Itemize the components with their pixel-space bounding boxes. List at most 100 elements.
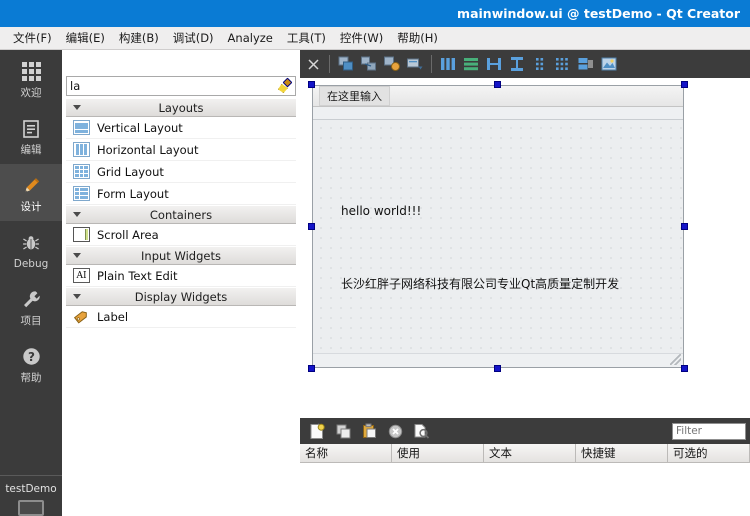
widget-item-scroll-area[interactable]: Scroll Area bbox=[66, 224, 296, 246]
form-central-widget[interactable]: hello world!!! 长沙红胖子网络科技有限公司专业Qt高质量定制开发 bbox=[313, 119, 683, 353]
sidebar-item-help[interactable]: ? 帮助 bbox=[0, 335, 62, 392]
widget-group-input-widgets[interactable]: Input Widgets bbox=[66, 246, 296, 265]
resize-handle-bottom-left[interactable] bbox=[308, 365, 315, 372]
resize-handle-top-left[interactable] bbox=[308, 81, 315, 88]
grid-icon bbox=[21, 59, 41, 85]
sidebar-item-debug-label: Debug bbox=[13, 257, 49, 270]
toolbar-separator bbox=[431, 55, 432, 73]
edit-signals-slots-button[interactable] bbox=[359, 54, 379, 74]
layout-vertically-button[interactable] bbox=[461, 54, 481, 74]
main-window-form[interactable]: 在这里输入 hello world!!! 长沙红胖子网络科技有限公司专业Qt高质… bbox=[312, 85, 684, 368]
delete-action-button[interactable] bbox=[385, 421, 405, 441]
widget-search-box[interactable] bbox=[66, 76, 296, 96]
menu-edit[interactable]: 编辑(E) bbox=[59, 28, 112, 48]
document-icon bbox=[21, 116, 41, 142]
layout-grid-button[interactable] bbox=[553, 54, 573, 74]
resize-handle-top-center[interactable] bbox=[494, 81, 501, 88]
menu-tools[interactable]: 工具(T) bbox=[280, 28, 333, 48]
edit-widgets-button[interactable] bbox=[336, 54, 356, 74]
title-bar: mainwindow.ui @ testDemo - Qt Creator bbox=[0, 0, 750, 27]
grid-layout-icon bbox=[73, 164, 90, 179]
widget-group-containers[interactable]: Containers bbox=[66, 205, 296, 224]
layout-form-button[interactable] bbox=[530, 54, 550, 74]
form-label-company[interactable]: 长沙红胖子网络科技有限公司专业Qt高质量定制开发 bbox=[341, 275, 619, 292]
resize-handle-middle-left[interactable] bbox=[308, 223, 315, 230]
broom-icon[interactable] bbox=[278, 77, 293, 93]
action-table-header: 名称 使用 文本 快捷键 可选的 bbox=[300, 444, 750, 463]
widget-group-display-widgets[interactable]: Display Widgets bbox=[66, 287, 296, 306]
widget-group-layouts[interactable]: Layouts bbox=[66, 98, 296, 117]
designer-toolbar bbox=[300, 50, 750, 78]
menu-build[interactable]: 构建(B) bbox=[112, 28, 166, 48]
column-header-text[interactable]: 文本 bbox=[484, 444, 576, 463]
form-layout-icon bbox=[73, 186, 90, 201]
pencil-icon bbox=[20, 173, 42, 199]
form-label-hello[interactable]: hello world!!! bbox=[341, 204, 421, 218]
sidebar-item-edit[interactable]: 编辑 bbox=[0, 107, 62, 164]
column-header-shortcut[interactable]: 快捷键 bbox=[576, 444, 668, 463]
break-layout-button[interactable] bbox=[576, 54, 596, 74]
size-grip-icon[interactable] bbox=[670, 354, 681, 365]
paste-action-button[interactable] bbox=[359, 421, 379, 441]
layout-horizontally-button[interactable] bbox=[438, 54, 458, 74]
wrench-icon bbox=[21, 287, 42, 313]
close-designer-button[interactable] bbox=[303, 54, 323, 74]
sidebar-item-welcome-label: 欢迎 bbox=[20, 86, 42, 99]
svg-text:?: ? bbox=[28, 350, 35, 364]
column-header-checkable[interactable]: 可选的 bbox=[668, 444, 750, 463]
copy-action-button[interactable] bbox=[333, 421, 353, 441]
resize-handle-bottom-right[interactable] bbox=[681, 365, 688, 372]
widget-item-form-layout[interactable]: Form Layout bbox=[66, 183, 296, 205]
sidebar-item-projects-label: 项目 bbox=[20, 314, 42, 327]
widget-group-layouts-label: Layouts bbox=[158, 100, 204, 115]
edit-buddies-button[interactable] bbox=[382, 54, 402, 74]
widget-item-label: Grid Layout bbox=[97, 164, 164, 179]
widget-list: Layouts Vertical Layout Horizontal Layou… bbox=[66, 98, 296, 512]
menu-help[interactable]: 帮助(H) bbox=[390, 28, 445, 48]
project-name: testDemo bbox=[5, 483, 57, 495]
adjust-size-button[interactable] bbox=[599, 54, 619, 74]
widget-item-plain-text-edit[interactable]: AI Plain Text Edit bbox=[66, 265, 296, 287]
widget-item-label[interactable]: Label bbox=[66, 306, 296, 328]
resize-handle-bottom-center[interactable] bbox=[494, 365, 501, 372]
find-usages-button[interactable] bbox=[411, 421, 431, 441]
sidebar-item-design[interactable]: 设计 bbox=[0, 164, 62, 221]
widget-item-grid-layout[interactable]: Grid Layout bbox=[66, 161, 296, 183]
plain-text-edit-icon: AI bbox=[73, 268, 90, 283]
new-action-button[interactable] bbox=[307, 421, 327, 441]
resize-handle-top-right[interactable] bbox=[681, 81, 688, 88]
sidebar-item-welcome[interactable]: 欢迎 bbox=[0, 50, 62, 107]
form-menubar-type-here[interactable]: 在这里输入 bbox=[319, 86, 390, 106]
filter-input[interactable] bbox=[676, 425, 742, 437]
menu-debug[interactable]: 调试(D) bbox=[166, 28, 221, 48]
menu-analyze[interactable]: Analyze bbox=[221, 29, 280, 47]
form-menubar[interactable]: 在这里输入 bbox=[313, 86, 683, 107]
sidebar-item-debug[interactable]: Debug bbox=[0, 221, 62, 278]
sidebar-item-edit-label: 编辑 bbox=[20, 143, 42, 156]
project-selector[interactable]: testDemo bbox=[0, 475, 62, 516]
qt-creator-window: mainwindow.ui @ testDemo - Qt Creator 文件… bbox=[0, 0, 750, 516]
menu-file[interactable]: 文件(F) bbox=[6, 28, 59, 48]
search-input[interactable] bbox=[70, 79, 278, 93]
widget-item-horizontal-layout[interactable]: Horizontal Layout bbox=[66, 139, 296, 161]
widget-group-containers-label: Containers bbox=[149, 207, 213, 222]
sidebar-item-projects[interactable]: 项目 bbox=[0, 278, 62, 335]
form-canvas[interactable]: 在这里输入 hello world!!! 长沙红胖子网络科技有限公司专业Qt高质… bbox=[300, 78, 750, 418]
vertical-layout-icon bbox=[73, 120, 90, 135]
action-table-body[interactable] bbox=[300, 463, 750, 516]
edit-tab-order-button[interactable] bbox=[405, 54, 425, 74]
layout-splitter-horizontal-button[interactable] bbox=[484, 54, 504, 74]
menu-widgets[interactable]: 控件(W) bbox=[333, 28, 390, 48]
column-header-used[interactable]: 使用 bbox=[392, 444, 484, 463]
action-editor-panel: 名称 使用 文本 快捷键 可选的 bbox=[300, 418, 750, 516]
horizontal-layout-icon bbox=[73, 142, 90, 157]
scroll-area-icon bbox=[73, 227, 90, 242]
question-mark-icon: ? bbox=[21, 344, 42, 370]
resize-handle-middle-right[interactable] bbox=[681, 223, 688, 230]
action-filter-box[interactable] bbox=[672, 422, 746, 440]
label-tag-icon bbox=[73, 309, 90, 324]
column-header-name[interactable]: 名称 bbox=[300, 444, 392, 463]
layout-splitter-vertical-button[interactable] bbox=[507, 54, 527, 74]
widget-item-vertical-layout[interactable]: Vertical Layout bbox=[66, 117, 296, 139]
widget-group-input-widgets-label: Input Widgets bbox=[141, 248, 221, 263]
